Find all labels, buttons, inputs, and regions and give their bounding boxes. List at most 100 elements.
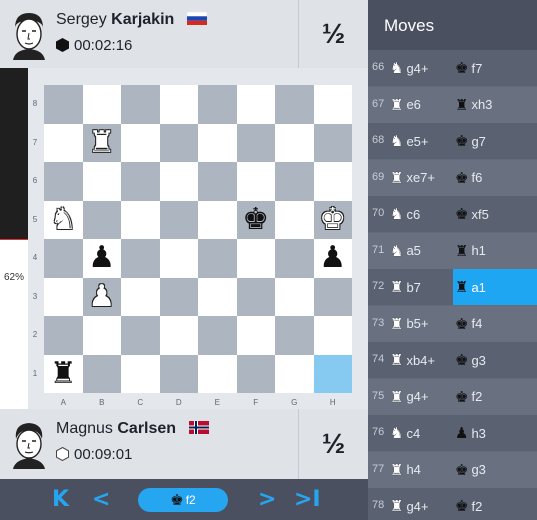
black-move[interactable]: ♚ f2	[453, 488, 537, 520]
black-pawn-icon[interactable]: ♟	[88, 243, 115, 273]
previous-move-button[interactable]: <	[92, 487, 110, 512]
square-h2[interactable]	[313, 316, 352, 355]
square-f6[interactable]	[236, 162, 275, 201]
square-e4[interactable]	[198, 239, 237, 278]
black-move[interactable]: ♜ a1	[453, 269, 537, 305]
square-e7[interactable]	[198, 123, 237, 162]
square-e1[interactable]	[198, 354, 237, 393]
square-c7[interactable]	[121, 123, 160, 162]
square-c5[interactable]	[121, 200, 160, 239]
black-move[interactable]: ♜ xh3	[453, 87, 537, 123]
square-h5[interactable]: ♚	[313, 200, 352, 239]
square-d3[interactable]	[159, 277, 198, 316]
square-h8[interactable]	[313, 85, 352, 124]
square-b4[interactable]: ♟	[82, 239, 121, 278]
last-move-button[interactable]: >I	[294, 487, 321, 512]
square-g8[interactable]	[275, 85, 314, 124]
black-rook-icon[interactable]: ♜	[50, 358, 77, 389]
white-move[interactable]: ♜ b5+	[390, 306, 453, 342]
square-f1[interactable]	[236, 354, 275, 393]
square-f3[interactable]	[236, 277, 275, 316]
square-g6[interactable]	[275, 162, 314, 201]
square-g5[interactable]	[275, 200, 314, 239]
square-f5[interactable]: ♚	[236, 200, 275, 239]
square-b3[interactable]: ♟	[82, 277, 121, 316]
white-move[interactable]: ♜ e6	[390, 87, 453, 123]
white-move[interactable]: ♜ g4+	[390, 488, 453, 520]
square-e6[interactable]	[198, 162, 237, 201]
square-b7[interactable]: ♜	[82, 123, 121, 162]
white-king-icon[interactable]: ♚	[319, 204, 346, 235]
square-b2[interactable]	[82, 316, 121, 355]
white-move[interactable]: ♞ a5	[390, 233, 453, 269]
square-e5[interactable]	[198, 200, 237, 239]
square-a3[interactable]	[44, 277, 83, 316]
square-e8[interactable]	[198, 85, 237, 124]
white-move[interactable]: ♜ h4	[390, 452, 453, 488]
square-h6[interactable]	[313, 162, 352, 201]
black-move[interactable]: ♚ g3	[453, 452, 537, 488]
square-d7[interactable]	[159, 123, 198, 162]
white-move[interactable]: ♜ g4+	[390, 379, 453, 415]
white-move[interactable]: ♜ xe7+	[390, 160, 453, 196]
square-h7[interactable]	[313, 123, 352, 162]
square-f2[interactable]	[236, 316, 275, 355]
square-c1[interactable]	[121, 354, 160, 393]
black-king-icon[interactable]: ♚	[242, 204, 269, 235]
black-move[interactable]: ♚ f6	[453, 160, 537, 196]
square-h3[interactable]	[313, 277, 352, 316]
white-pawn-icon[interactable]: ♟	[88, 281, 115, 312]
white-move[interactable]: ♞ g4+	[390, 50, 453, 86]
black-move[interactable]: ♚ f2	[453, 379, 537, 415]
square-a1[interactable]: ♜	[44, 354, 83, 393]
square-b5[interactable]	[82, 200, 121, 239]
square-f7[interactable]	[236, 123, 275, 162]
square-g1[interactable]	[275, 354, 314, 393]
white-move[interactable]: ♞ c4	[390, 415, 453, 451]
square-a6[interactable]	[44, 162, 83, 201]
square-d5[interactable]	[159, 200, 198, 239]
white-move[interactable]: ♞ e5+	[390, 123, 453, 159]
square-a8[interactable]	[44, 85, 83, 124]
black-move[interactable]: ♚ xf5	[453, 196, 537, 232]
square-d2[interactable]	[159, 316, 198, 355]
square-a4[interactable]	[44, 239, 83, 278]
square-h4[interactable]: ♟	[313, 239, 352, 278]
square-c4[interactable]	[121, 239, 160, 278]
square-a5[interactable]: ♞	[44, 200, 83, 239]
chess-board[interactable]: ♜ ♞ ♚ ♚ ♟ ♟ ♟ ♜	[44, 85, 352, 393]
next-move-button[interactable]: >	[258, 487, 276, 512]
black-move[interactable]: ♚ f4	[453, 306, 537, 342]
square-g4[interactable]	[275, 239, 314, 278]
square-g2[interactable]	[275, 316, 314, 355]
first-move-button[interactable]: K	[52, 487, 69, 512]
black-move[interactable]: ♚ g7	[453, 123, 537, 159]
square-d4[interactable]	[159, 239, 198, 278]
square-d1[interactable]	[159, 354, 198, 393]
square-c8[interactable]	[121, 85, 160, 124]
square-e2[interactable]	[198, 316, 237, 355]
square-a7[interactable]	[44, 123, 83, 162]
white-rook-icon[interactable]: ♜	[88, 127, 115, 158]
square-b1[interactable]	[82, 354, 121, 393]
white-move[interactable]: ♜ xb4+	[390, 342, 453, 378]
black-move[interactable]: ♟ h3	[453, 415, 537, 451]
square-h1[interactable]	[313, 354, 352, 393]
square-g3[interactable]	[275, 277, 314, 316]
square-c3[interactable]	[121, 277, 160, 316]
square-b6[interactable]	[82, 162, 121, 201]
black-pawn-icon[interactable]: ♟	[319, 243, 346, 273]
black-move[interactable]: ♚ f7	[453, 50, 537, 86]
black-move[interactable]: ♚ g3	[453, 342, 537, 378]
white-move[interactable]: ♜ b7	[390, 269, 453, 305]
black-move[interactable]: ♜ h1	[453, 233, 537, 269]
square-d6[interactable]	[159, 162, 198, 201]
current-move-indicator[interactable]: ♚ f2	[138, 488, 228, 512]
square-a2[interactable]	[44, 316, 83, 355]
square-d8[interactable]	[159, 85, 198, 124]
square-c2[interactable]	[121, 316, 160, 355]
white-move[interactable]: ♞ c6	[390, 196, 453, 232]
square-f4[interactable]	[236, 239, 275, 278]
square-c6[interactable]	[121, 162, 160, 201]
square-f8[interactable]	[236, 85, 275, 124]
